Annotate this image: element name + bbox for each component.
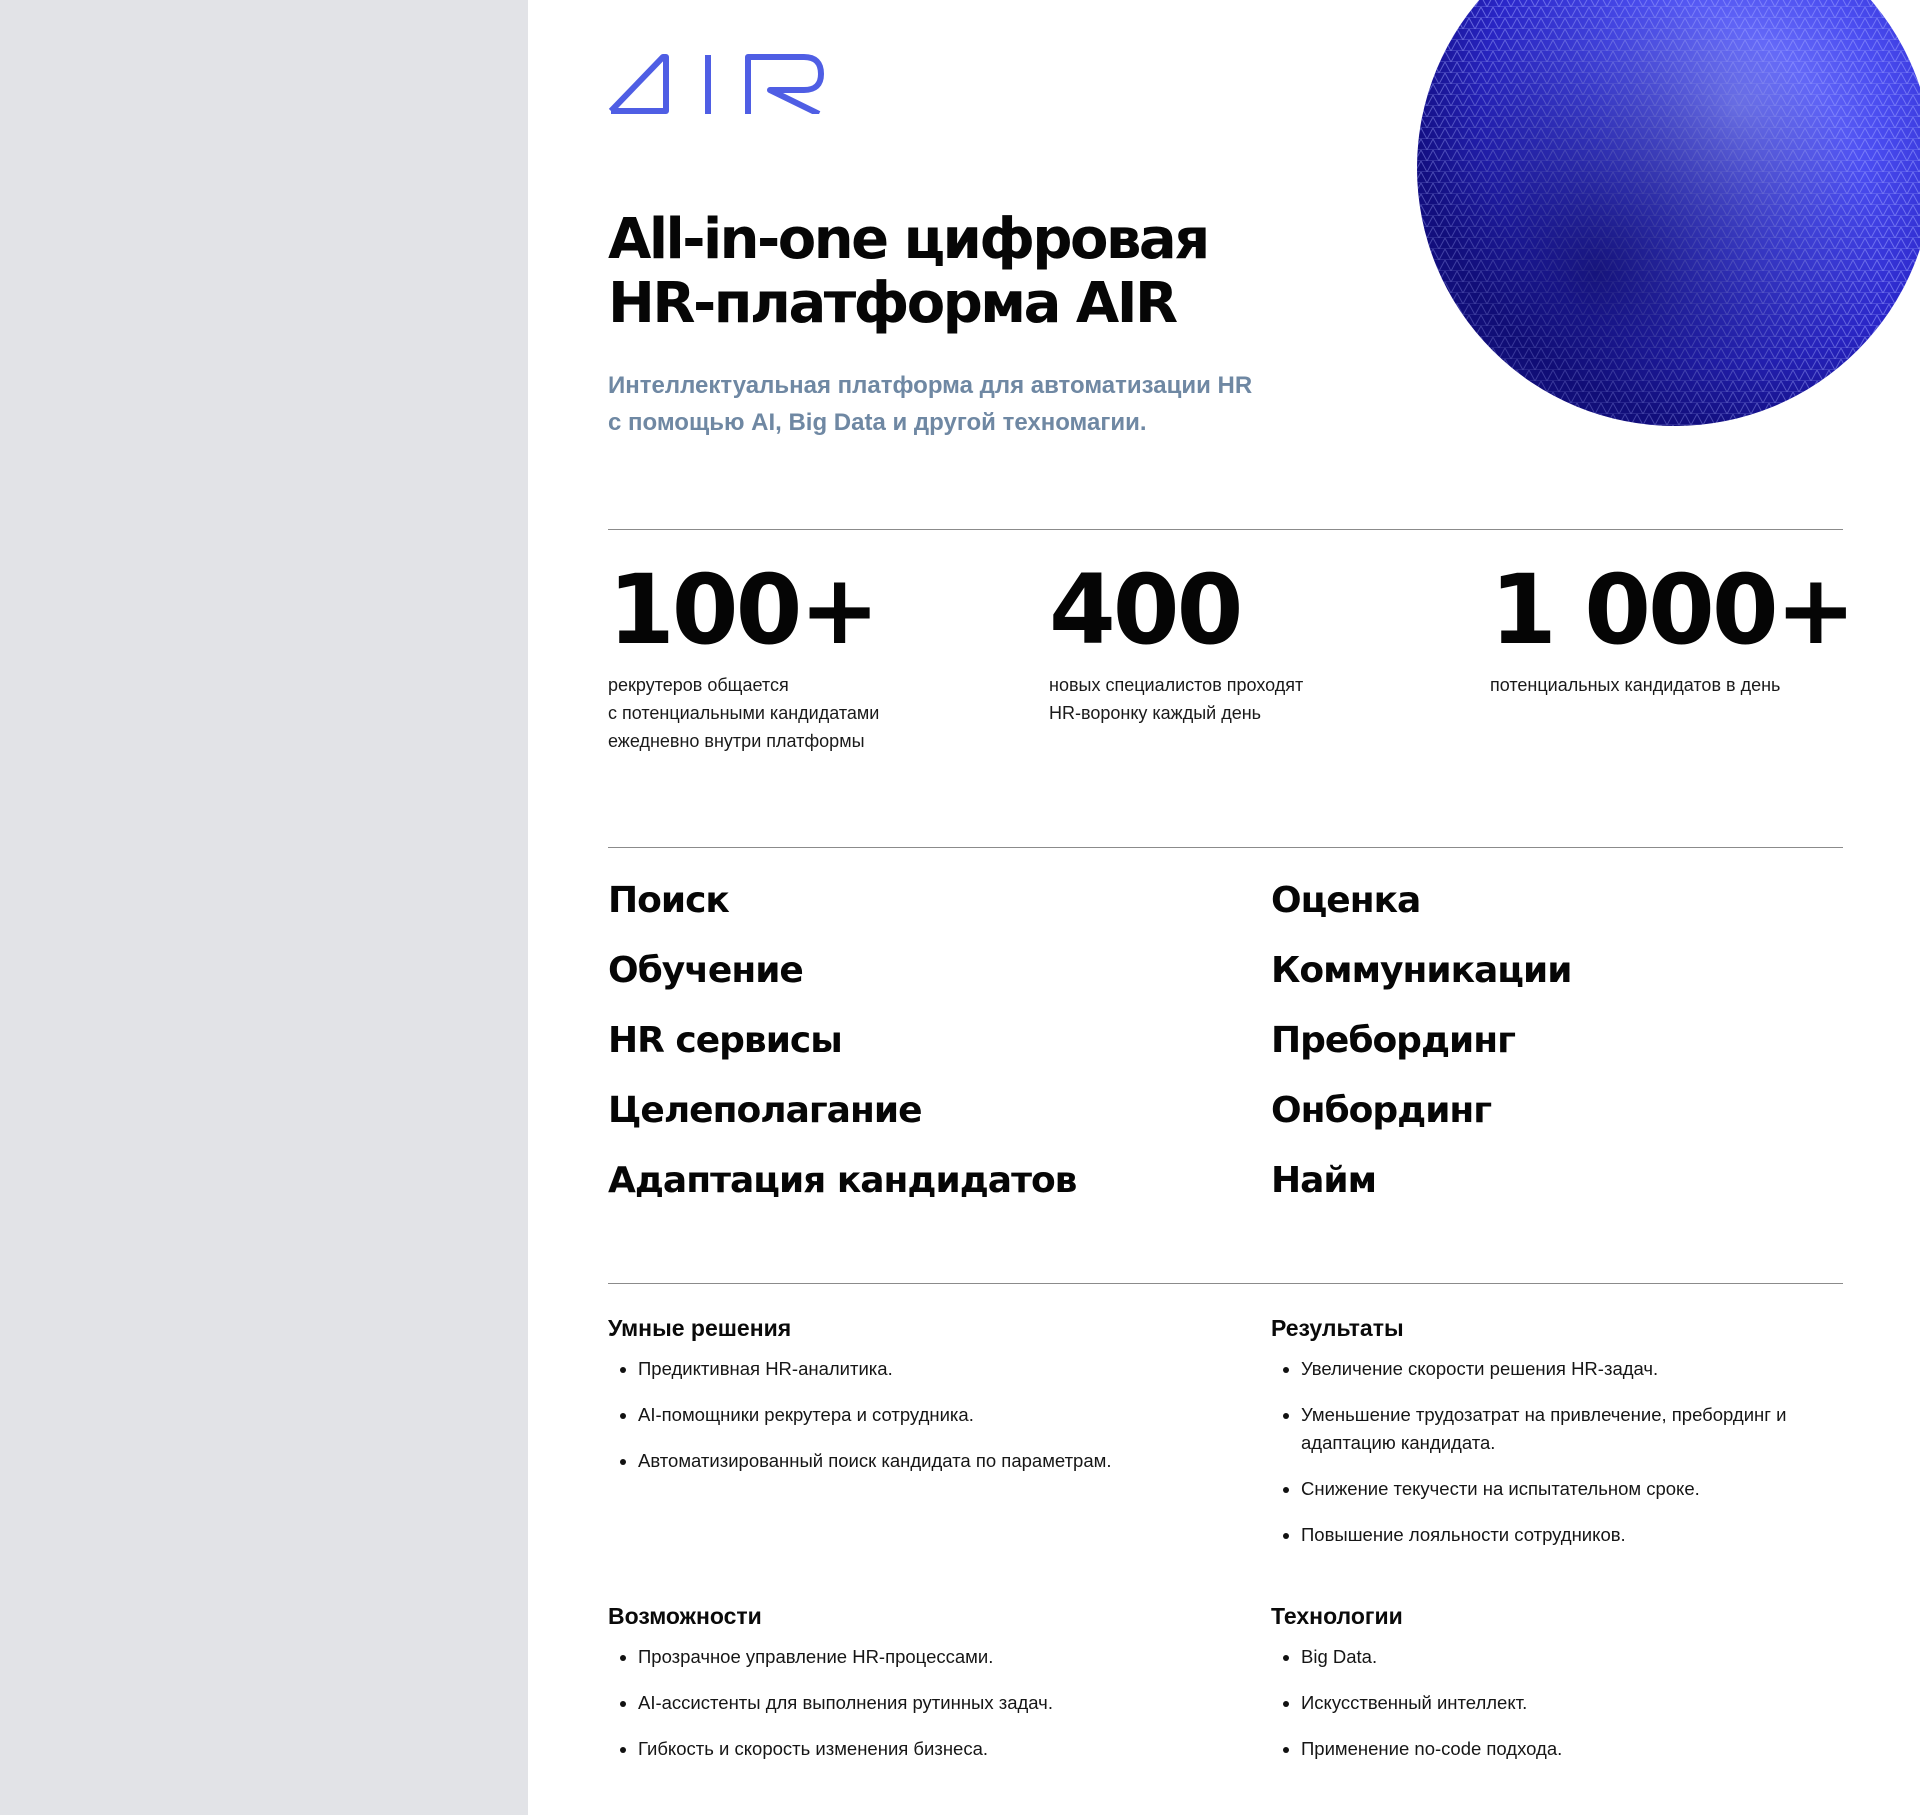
list-item: Автоматизированный поиск кандидата по па… <box>620 1447 1168 1475</box>
feature-item[interactable]: HR сервисы <box>608 1006 1076 1076</box>
divider <box>608 847 1843 848</box>
section-smart-solutions: Умные решения Предиктивная HR-аналитика.… <box>608 1313 1168 1493</box>
feature-item[interactable]: Оценка <box>1271 866 1571 936</box>
feature-item[interactable]: Онбординг <box>1271 1076 1571 1146</box>
section-technologies: Технологии Big Data. Искусственный интел… <box>1271 1601 1831 1781</box>
stat-description: новых специалистов проходят HR-воронку к… <box>1049 671 1303 727</box>
feature-item[interactable]: Найм <box>1271 1146 1571 1216</box>
section-list: Прозрачное управление HR-процессами. AI-… <box>608 1643 1168 1763</box>
hero-subtitle: Интеллектуальная платформа для автоматиз… <box>608 367 1328 441</box>
list-item: Увеличение скорости решения HR-задач. <box>1283 1355 1791 1383</box>
stat-description: рекрутеров общается с потенциальными кан… <box>608 671 879 755</box>
section-list: Big Data. Искусственный интеллект. Приме… <box>1271 1643 1831 1763</box>
list-item: Применение no-code подхода. <box>1283 1735 1831 1763</box>
stat-specialists: 400 новых специалистов проходят HR-ворон… <box>1049 555 1303 727</box>
list-item: Снижение текучести на испытательном срок… <box>1283 1475 1791 1503</box>
section-results: Результаты Увеличение скорости решения H… <box>1271 1313 1791 1567</box>
section-title: Технологии <box>1271 1603 1403 1629</box>
section-list: Увеличение скорости решения HR-задач. Ум… <box>1271 1355 1791 1549</box>
stat-description-line: потенциальных кандидатов в день <box>1490 675 1781 695</box>
feature-item[interactable]: Целеполагание <box>608 1076 1076 1146</box>
landing-page: All-in-one цифровая HR-платформа AIR Инт… <box>528 0 1920 1815</box>
list-item: Предиктивная HR-аналитика. <box>620 1355 1168 1383</box>
hero-title-line: All-in-one цифровая <box>608 207 1210 272</box>
blue-sphere-image <box>1417 0 1920 426</box>
divider <box>608 1283 1843 1284</box>
section-capabilities: Возможности Прозрачное управление HR-про… <box>608 1601 1168 1781</box>
list-item: Уменьшение трудозатрат на привлечение, п… <box>1283 1401 1791 1457</box>
stat-description: потенциальных кандидатов в день <box>1490 671 1853 699</box>
feature-item[interactable]: Поиск <box>608 866 1076 936</box>
list-item: AI-помощники рекрутера и сотрудника. <box>620 1401 1168 1429</box>
stat-description-line: новых специалистов проходят <box>1049 675 1304 695</box>
feature-item[interactable]: Адаптация кандидатов <box>608 1146 1077 1216</box>
section-title: Умные решения <box>608 1315 792 1341</box>
hero-title-line: HR-платформа AIR <box>608 271 1178 336</box>
hero-subtitle-line: с помощью AI, Big Data и другой техномаг… <box>608 409 1147 436</box>
stat-description-line: рекрутеров общается <box>608 675 789 695</box>
list-item: Big Data. <box>1283 1643 1831 1671</box>
feature-item[interactable]: Коммуникации <box>1271 936 1572 1006</box>
air-logo[interactable] <box>608 52 826 114</box>
stat-description-line: HR-воронку каждый день <box>1049 703 1262 723</box>
hero-title: All-in-one цифровая HR-платформа AIR <box>608 208 1408 336</box>
feature-list-left: Поиск Обучение HR сервисы Целеполагание … <box>608 866 1077 1216</box>
list-item: Прозрачное управление HR-процессами. <box>620 1643 1168 1671</box>
stat-value: 1 000+ <box>1490 554 1856 666</box>
stat-description-line: с потенциальными кандидатами <box>608 703 880 723</box>
stat-value: 400 <box>1049 554 1243 666</box>
section-list: Предиктивная HR-аналитика. AI-помощники … <box>608 1355 1168 1475</box>
feature-item[interactable]: Пребординг <box>1271 1006 1571 1076</box>
stat-description-line: ежедневно внутри платформы <box>608 731 865 751</box>
list-item: Повышение лояльности сотрудников. <box>1283 1521 1791 1549</box>
section-title: Возможности <box>608 1603 762 1629</box>
stat-recruiters: 100+ рекрутеров общается с потенциальным… <box>608 554 880 755</box>
feature-item[interactable]: Обучение <box>608 936 1076 1006</box>
list-item: Гибкость и скорость изменения бизнеса. <box>620 1735 1168 1763</box>
section-title: Результаты <box>1271 1315 1404 1341</box>
feature-list-right: Оценка Коммуникации Пребординг Онбординг… <box>1271 866 1572 1216</box>
hero-subtitle-line: Интеллектуальная платформа для автоматиз… <box>608 372 1253 399</box>
stat-value: 100+ <box>608 554 880 666</box>
list-item: Искусственный интеллект. <box>1283 1689 1831 1717</box>
list-item: AI-ассистенты для выполнения рутинных за… <box>620 1689 1168 1717</box>
divider <box>608 529 1843 530</box>
stat-candidates: 1 000+ потенциальных кандидатов в день <box>1490 554 1856 699</box>
